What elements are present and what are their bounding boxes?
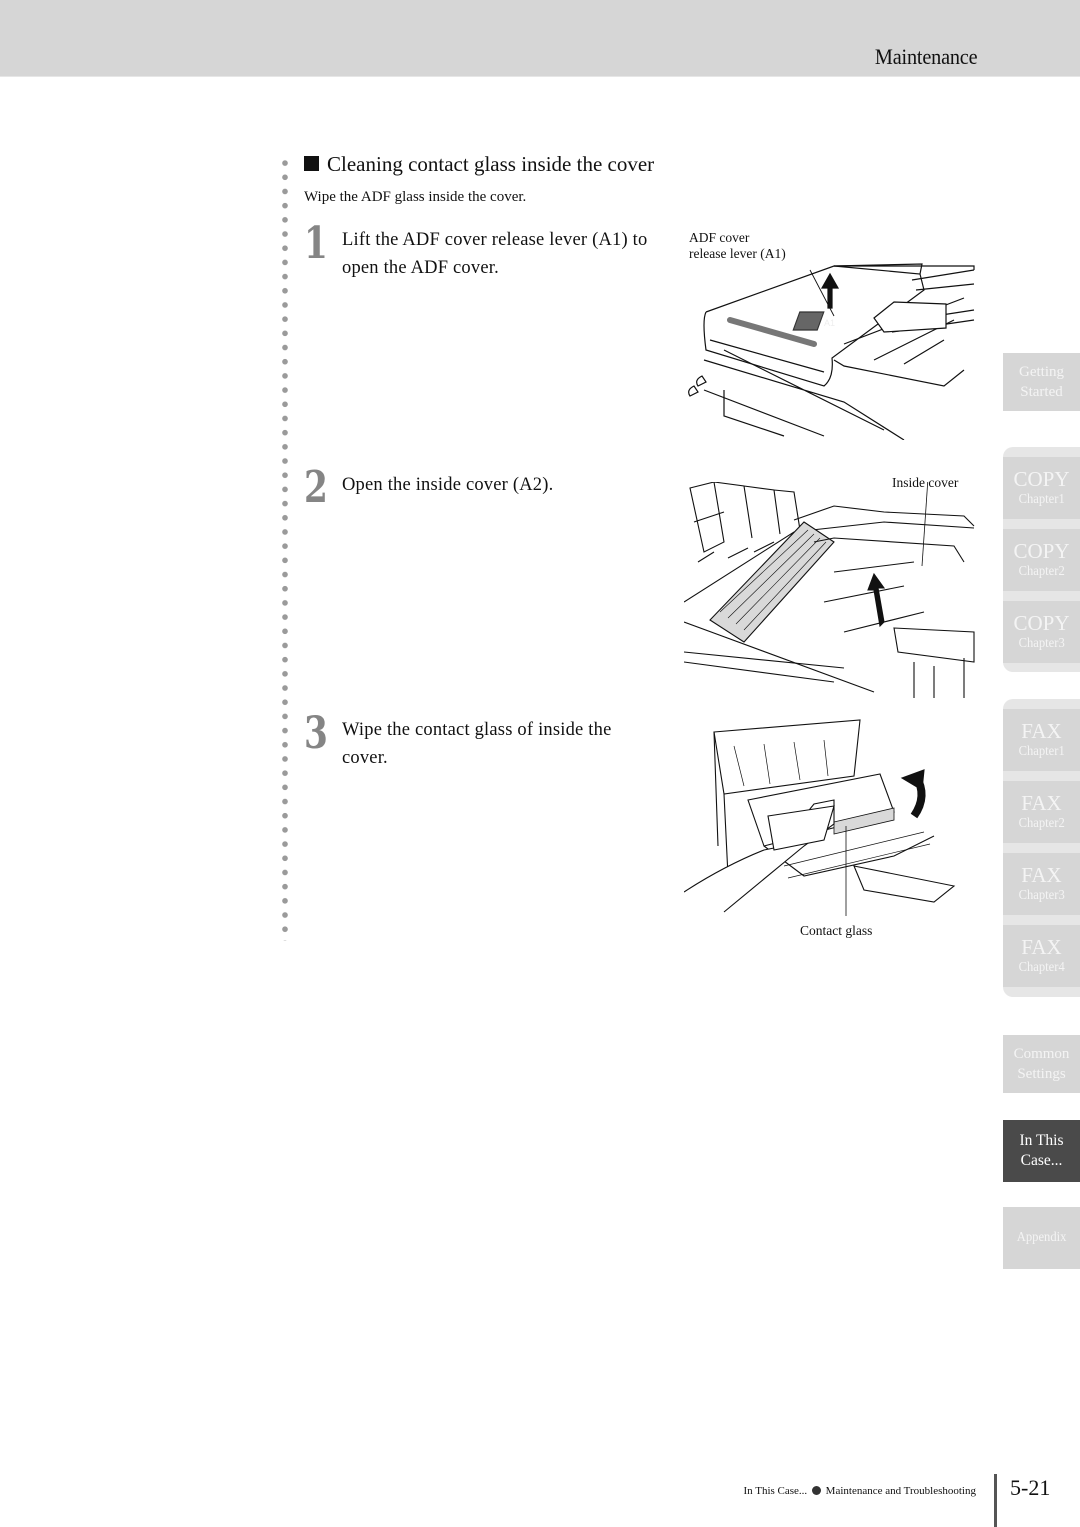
- tab-subtitle: Chapter1: [1018, 744, 1065, 759]
- tab-fax-chapter2[interactable]: FAX Chapter2: [1003, 781, 1080, 843]
- footer-topic: Maintenance and Troubleshooting: [825, 1485, 976, 1497]
- step-3-text: Wipe the contact glass of inside the cov…: [342, 720, 612, 768]
- step-2-text: Open the inside cover (A2).: [342, 475, 554, 495]
- section-intro: Wipe the ADF glass inside the cover.: [304, 189, 527, 205]
- rotate-arrow-icon: [900, 769, 925, 791]
- tab-label: Started: [1020, 384, 1063, 400]
- tab-subtitle: Chapter3: [1018, 636, 1065, 651]
- footer-chapter: In This Case...: [743, 1485, 808, 1497]
- tab-title: COPY: [1013, 467, 1070, 491]
- tab-title: COPY: [1013, 611, 1070, 635]
- tab-fax-chapter3[interactable]: FAX Chapter3: [1003, 853, 1080, 915]
- tab-fax-chapter1[interactable]: FAX Chapter1: [1003, 709, 1080, 771]
- tab-subtitle: Chapter2: [1018, 816, 1065, 831]
- tab-title: FAX: [1021, 791, 1062, 815]
- step-2-number: 2: [304, 462, 328, 513]
- step-3-figure-label: Contact glass: [800, 923, 873, 938]
- page-number: 5-21: [1010, 1475, 1051, 1500]
- tab-subtitle: Chapter1: [1018, 492, 1065, 507]
- tab-title: COPY: [1013, 539, 1070, 563]
- tab-label: In This: [1019, 1132, 1064, 1149]
- bullet-icon: [811, 1486, 821, 1495]
- header-section-title: Maintenance: [874, 44, 977, 69]
- step-1-illustration-adf-cover: A1: [684, 240, 980, 440]
- step-3-number: 3: [304, 708, 328, 759]
- tab-title: FAX: [1021, 863, 1062, 887]
- footer-divider: [994, 1474, 997, 1527]
- tab-label: Appendix: [1016, 1230, 1067, 1245]
- tab-in-this-case[interactable]: In This Case...: [1003, 1120, 1080, 1182]
- tab-copy-chapter1[interactable]: COPY Chapter1: [1003, 457, 1080, 519]
- tab-label: Settings: [1017, 1066, 1066, 1082]
- tab-title: FAX: [1021, 719, 1062, 743]
- step-1-number: 1: [304, 218, 328, 269]
- tab-subtitle: Chapter2: [1018, 564, 1065, 579]
- step-2-illustration-inside-cover: [684, 482, 980, 698]
- tab-label: Common: [1013, 1046, 1070, 1062]
- dotted-margin-rule: [281, 156, 289, 941]
- tab-copy-chapter3[interactable]: COPY Chapter3: [1003, 601, 1080, 663]
- up-arrow-icon: [820, 272, 840, 309]
- tab-title: FAX: [1021, 935, 1062, 959]
- tab-fax-chapter4[interactable]: FAX Chapter4: [1003, 925, 1080, 987]
- tab-label: Case...: [1020, 1152, 1063, 1169]
- square-bullet-icon: [304, 156, 319, 171]
- tab-getting-started[interactable]: Getting Started: [1003, 353, 1080, 411]
- step-1-text: Lift the ADF cover release lever (A1) to…: [342, 230, 648, 278]
- tab-common-settings[interactable]: Common Settings: [1003, 1035, 1080, 1093]
- section-heading: Cleaning contact glass inside the cover: [304, 152, 654, 177]
- svg-text:A1: A1: [824, 318, 835, 328]
- footer-breadcrumb: In This Case... Maintenance and Troubles…: [744, 1485, 976, 1497]
- tab-label: Getting: [1019, 364, 1064, 380]
- tab-subtitle: Chapter3: [1018, 888, 1065, 903]
- tab-appendix[interactable]: Appendix: [1003, 1207, 1080, 1269]
- tab-subtitle: Chapter4: [1018, 960, 1065, 975]
- section-title-text: Cleaning contact glass inside the cover: [327, 152, 655, 176]
- header-band: Maintenance: [0, 0, 1080, 77]
- step-3-illustration-contact-glass: [684, 716, 964, 916]
- up-arrow-icon: [867, 572, 886, 628]
- tab-copy-chapter2[interactable]: COPY Chapter2: [1003, 529, 1080, 591]
